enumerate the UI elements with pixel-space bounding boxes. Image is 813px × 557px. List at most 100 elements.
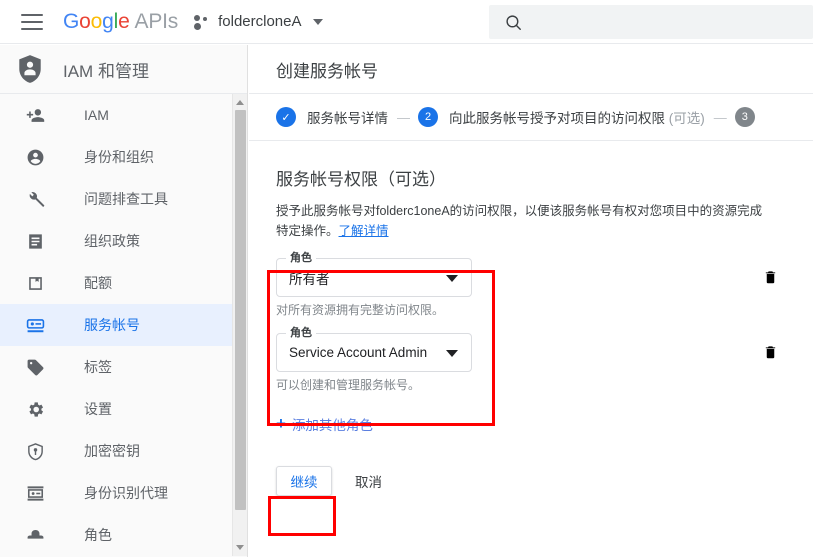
sidebar-item-service-accounts[interactable]: 服务帐号 [0, 304, 247, 346]
stepper-separator: — [713, 109, 727, 125]
sidebar-item-list: IAM 身份和组织 问题排查工具 组织政策 配额 服务帐号 标签 设置 加密密钥… [0, 94, 247, 556]
sidebar-item-label: 服务帐号 [84, 317, 140, 333]
role-select-1[interactable]: 角色 所有者 [276, 252, 472, 297]
sidebar-item-label: 设置 [84, 401, 112, 417]
logo-letter-o2: o [90, 9, 103, 33]
sidebar-item-label: IAM [84, 107, 109, 123]
page-title: 创建服务帐号 [276, 61, 378, 81]
chevron-down-icon [446, 275, 458, 282]
scroll-down-arrow-icon[interactable] [236, 545, 244, 550]
account-circle-icon [24, 148, 46, 167]
gear-icon [24, 400, 46, 419]
sidebar-scrollbar[interactable] [232, 94, 247, 556]
logo-letter-e: e [118, 9, 130, 33]
service-account-icon [24, 316, 46, 335]
section-title: 服务帐号权限（可选） [276, 170, 446, 189]
sidebar-item-label: 问题排查工具 [84, 191, 168, 207]
roles-hat-icon [24, 526, 46, 545]
sidebar-item-label: 加密密钥 [84, 443, 140, 459]
sidebar-item-identity-org[interactable]: 身份和组织 [0, 136, 247, 178]
hamburger-bar [21, 27, 43, 30]
hamburger-bar [21, 20, 43, 23]
search-input[interactable] [534, 13, 778, 31]
step-2-number: 2 [418, 107, 438, 127]
stepper-step-2[interactable]: 2 向此服务帐号授予对项目的访问权限 (可选) [418, 107, 705, 127]
add-another-role-button[interactable]: + 添加其他角色 [276, 414, 398, 434]
stepper-step-3[interactable]: 3 [734, 107, 755, 127]
role-select-1-value: 所有者 [289, 271, 330, 287]
google-apis-logo[interactable]: Google APIs [63, 10, 178, 34]
continue-button-highlight [268, 496, 336, 536]
logo-letter-g: g [102, 9, 114, 33]
person-add-icon [24, 106, 46, 125]
hamburger-bar [21, 13, 43, 16]
main-content-area: 创建服务帐号 ✓ 服务帐号详情 — 2 向此服务帐号授予对项目的访问权限 (可选… [249, 45, 813, 557]
form-actions: 继续 取消 [276, 466, 813, 496]
iam-shield-person-icon [17, 54, 43, 84]
search-icon [505, 14, 522, 31]
role-select-2-value: Service Account Admin [289, 345, 428, 360]
wrench-icon [24, 190, 46, 209]
delete-role-2-button[interactable] [763, 343, 778, 361]
role-1-hint: 对所有资源拥有完整访问权限。 [276, 303, 445, 317]
learn-more-link[interactable]: 了解详情 [339, 224, 389, 238]
step-1-check-icon: ✓ [276, 107, 296, 127]
top-app-bar: Google APIs foldercloneA [0, 0, 813, 44]
sidebar-item-iam[interactable]: IAM [0, 94, 247, 136]
sidebar-item-label: 配额 [84, 275, 112, 291]
sidebar-item-troubleshooter[interactable]: 问题排查工具 [0, 178, 247, 220]
sidebar-header: IAM 和管理 [0, 45, 247, 94]
logo-letter-o1: o [79, 9, 91, 33]
key-shield-icon [24, 442, 46, 461]
sidebar-item-org-policy[interactable]: 组织政策 [0, 220, 247, 262]
add-another-role-label: 添加其他角色 [291, 418, 373, 433]
role-select-2[interactable]: 角色 Service Account Admin [276, 327, 472, 372]
sidebar-item-identity-aware-proxy[interactable]: 身份识别代理 [0, 472, 247, 514]
step-2-label: 向此服务帐号授予对项目的访问权限 (可选) [449, 107, 705, 127]
label-tag-icon [24, 358, 46, 377]
scroll-up-arrow-icon[interactable] [236, 100, 244, 105]
logo-suffix-apis: APIs [134, 9, 179, 33]
sidebar-item-settings[interactable]: 设置 [0, 388, 247, 430]
role-select-1-label: 角色 [286, 252, 316, 264]
wizard-stepper: ✓ 服务帐号详情 — 2 向此服务帐号授予对项目的访问权限 (可选) — 3 [249, 94, 813, 141]
sidebar-item-label: 组织政策 [84, 233, 140, 249]
stepper-separator: — [397, 109, 410, 125]
sidebar-scrollbar-thumb[interactable] [235, 110, 246, 510]
logo-letter-G: G [63, 9, 80, 33]
stepper-step-1[interactable]: ✓ 服务帐号详情 [276, 107, 388, 127]
step-3-number: 3 [734, 107, 755, 127]
sidebar-item-roles[interactable]: 角色 [0, 514, 247, 556]
delete-role-1-button[interactable] [763, 268, 778, 286]
sidebar-item-label: 角色 [84, 527, 112, 543]
step-1-label: 服务帐号详情 [307, 111, 388, 126]
plus-icon: + [276, 414, 286, 433]
permissions-form: 服务帐号权限（可选） 授予此服务帐号对folderc1oneA的访问权限，以便该… [249, 165, 813, 496]
role-row: 角色 所有者 对所有资源拥有完整访问权限。 [276, 252, 786, 318]
project-name: foldercloneA [218, 13, 302, 30]
page-title-bar: 创建服务帐号 [249, 45, 813, 94]
chevron-down-icon [446, 350, 458, 357]
role-select-2-label: 角色 [286, 327, 316, 339]
continue-button[interactable]: 继续 [276, 466, 332, 496]
sidebar-item-label: 身份和组织 [84, 149, 154, 165]
sidebar-item-encryption-keys[interactable]: 加密密钥 [0, 430, 247, 472]
cancel-button[interactable]: 取消 [355, 471, 382, 491]
project-dots-icon [194, 14, 210, 30]
sidebar-item-label: 身份识别代理 [84, 485, 168, 501]
step-2-text: 向此服务帐号授予对项目的访问权限 [449, 111, 665, 126]
sidebar-title: IAM 和管理 [63, 61, 149, 81]
document-icon [24, 232, 46, 251]
quota-icon [24, 274, 46, 293]
sidebar-item-label: 标签 [84, 359, 112, 375]
role-2-hint: 可以创建和管理服务帐号。 [276, 378, 421, 392]
project-selector[interactable]: foldercloneA [194, 13, 323, 30]
sidebar-item-labels[interactable]: 标签 [0, 346, 247, 388]
step-2-optional-tag: (可选) [668, 111, 705, 126]
section-description: 授予此服务帐号对folderc1oneA的访问权限，以便该服务帐号有权对您项目中… [276, 201, 774, 241]
sidebar-item-quota[interactable]: 配额 [0, 262, 247, 304]
hamburger-menu-icon[interactable] [21, 13, 43, 30]
search-input-container[interactable] [489, 5, 813, 39]
left-navigation-sidebar: IAM 和管理 IAM 身份和组织 问题排查工具 组织政策 配额 服务帐号 标签… [0, 45, 248, 557]
role-row: 角色 Service Account Admin 可以创建和管理服务帐号。 [276, 327, 786, 393]
